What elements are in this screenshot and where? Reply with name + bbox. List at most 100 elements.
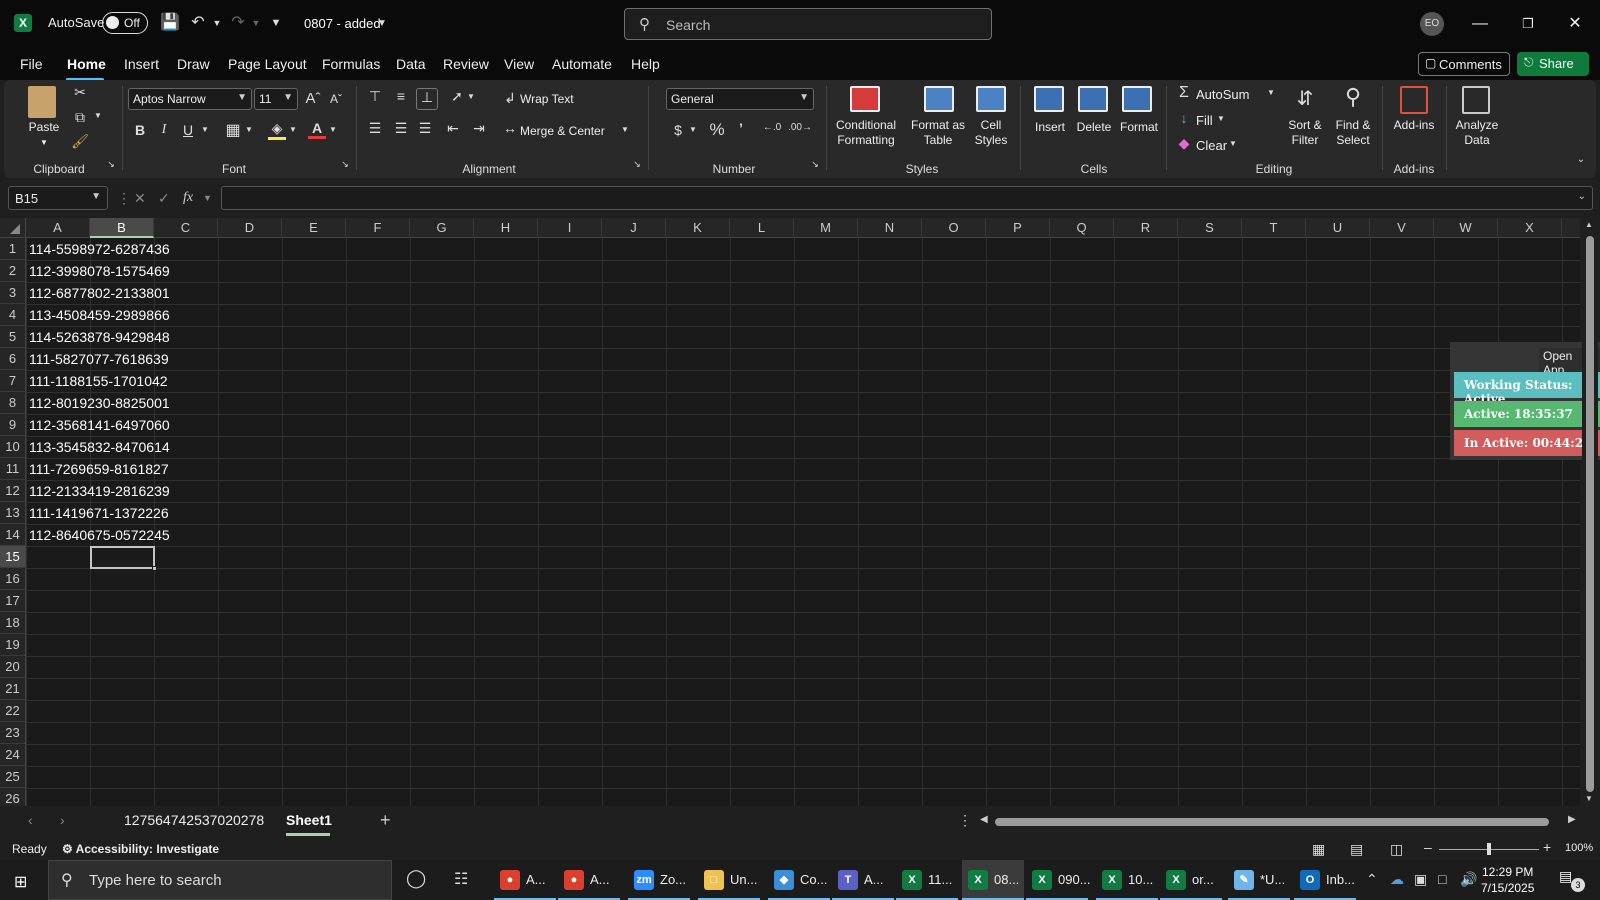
insert-cells-button[interactable]: Insert: [1028, 120, 1072, 135]
cancel-entry-icon[interactable]: ✕: [134, 190, 146, 207]
currency-dropdown-icon[interactable]: ▼: [688, 125, 698, 134]
taskbar-app[interactable]: X 090...: [1026, 860, 1091, 900]
row-header[interactable]: 13: [0, 502, 26, 524]
row-header[interactable]: 3: [0, 282, 26, 304]
confirm-entry-icon[interactable]: ✓: [158, 190, 170, 207]
row-header[interactable]: 19: [0, 634, 26, 656]
find-select-icon[interactable]: ⚲: [1338, 84, 1368, 110]
prev-sheet-icon[interactable]: ‹: [28, 812, 33, 828]
taskbar-app[interactable]: Xor...: [1160, 860, 1222, 900]
merge-dropdown-icon[interactable]: ▼: [620, 125, 630, 134]
add-ins-icon[interactable]: [1400, 86, 1428, 114]
document-title[interactable]: 0807 - added: [304, 16, 381, 31]
conditional-formatting-icon[interactable]: [850, 86, 880, 112]
taskbar-app[interactable]: X 10...: [1096, 860, 1158, 900]
column-header-e[interactable]: E: [282, 218, 346, 238]
row-header[interactable]: 11: [0, 458, 26, 480]
wrap-text-icon[interactable]: ↲: [502, 90, 518, 107]
align-bottom-icon[interactable]: ⊥: [416, 88, 438, 110]
cell-styles-icon[interactable]: [976, 86, 1006, 112]
select-all-button[interactable]: [0, 218, 26, 238]
row-header[interactable]: 20: [0, 656, 26, 678]
autosum-icon[interactable]: Σ: [1176, 84, 1192, 102]
row-header[interactable]: 7: [0, 370, 26, 392]
borders-icon[interactable]: ▦: [224, 120, 242, 140]
decrease-font-icon[interactable]: Aˇ: [328, 92, 344, 106]
tab-automate[interactable]: Automate: [552, 56, 612, 72]
windows-start-icon[interactable]: ⊞: [14, 872, 27, 892]
customize-toolbar-icon[interactable]: ▼: [266, 13, 286, 33]
undo-icon[interactable]: ↶: [188, 13, 208, 33]
column-header-u[interactable]: U: [1306, 218, 1370, 238]
security-icon[interactable]: ▣: [1414, 871, 1427, 888]
merge-center-button[interactable]: Merge & Center: [520, 124, 620, 139]
more-options-icon[interactable]: ⋮: [117, 190, 131, 207]
vertical-scrollbar[interactable]: ▲ ▼: [1582, 218, 1598, 806]
cell-a[interactable]: 112-8640675-0572245: [29, 524, 170, 546]
cell-a[interactable]: 112-6877802-2133801: [29, 282, 170, 304]
accessibility-status[interactable]: ⚙ Accessibility: Investigate: [62, 842, 219, 856]
bold-icon[interactable]: B: [132, 122, 148, 138]
column-header-n[interactable]: N: [858, 218, 922, 238]
name-box[interactable]: B15 ▼: [8, 186, 108, 210]
insert-cells-icon[interactable]: [1034, 86, 1064, 112]
copy-icon[interactable]: ⧉: [70, 109, 90, 126]
decrease-decimal-icon[interactable]: .00→: [788, 122, 812, 133]
column-header-p[interactable]: P: [986, 218, 1050, 238]
row-header[interactable]: 10: [0, 436, 26, 458]
volume-icon[interactable]: 🔊: [1460, 871, 1477, 888]
restore-icon[interactable]: ❐: [1516, 12, 1540, 36]
search-box[interactable]: ⚲ Search: [624, 8, 992, 40]
cut-icon[interactable]: ✂: [70, 84, 90, 101]
active-cell[interactable]: [90, 546, 157, 571]
format-as-table-button[interactable]: Format as Table: [906, 118, 970, 148]
scroll-up-icon[interactable]: ▲: [1585, 220, 1593, 229]
tab-file[interactable]: File: [20, 56, 43, 72]
decrease-indent-icon[interactable]: ⇤: [444, 120, 462, 137]
conditional-formatting-button[interactable]: Conditional Formatting: [830, 118, 902, 148]
cell-a[interactable]: 111-1188155-1701042: [29, 370, 168, 392]
row-header[interactable]: 23: [0, 722, 26, 744]
row-header[interactable]: 14: [0, 524, 26, 546]
tab-page-layout[interactable]: Page Layout: [228, 56, 307, 72]
next-sheet-icon[interactable]: ›: [60, 812, 65, 828]
format-as-table-icon[interactable]: [924, 86, 954, 112]
align-left-icon[interactable]: ☰: [366, 120, 384, 137]
format-painter-icon[interactable]: 🖌: [70, 133, 90, 150]
paste-icon[interactable]: [28, 86, 56, 118]
eraser-icon[interactable]: ◆: [1176, 135, 1192, 152]
cell-a[interactable]: 112-8019230-8825001: [29, 392, 170, 414]
column-header-h[interactable]: H: [474, 218, 538, 238]
column-header-m[interactable]: M: [794, 218, 858, 238]
cell-styles-button[interactable]: Cell Styles: [966, 118, 1016, 148]
more-options-icon[interactable]: ⋮: [958, 812, 972, 829]
zoom-level[interactable]: 100%: [1565, 842, 1593, 854]
row-header[interactable]: 25: [0, 766, 26, 788]
comma-style-icon[interactable]: ’: [734, 120, 748, 136]
sort-filter-button[interactable]: Sort & Filter: [1280, 118, 1330, 148]
avatar[interactable]: EO: [1420, 12, 1444, 36]
taskbar-app[interactable]: X 08...: [962, 860, 1024, 900]
undo-dropdown-icon[interactable]: ▼: [207, 13, 227, 33]
orientation-icon[interactable]: ➚: [448, 88, 466, 105]
redo-icon[interactable]: ↷: [228, 13, 248, 33]
tab-draw[interactable]: Draw: [177, 56, 210, 72]
taskbar-app[interactable]: ● A...: [494, 860, 556, 900]
align-middle-icon[interactable]: ≡: [392, 88, 410, 104]
column-header-o[interactable]: O: [922, 218, 986, 238]
zoom-slider-knob[interactable]: [1487, 843, 1491, 855]
column-header-i[interactable]: I: [538, 218, 602, 238]
column-header-r[interactable]: R: [1114, 218, 1178, 238]
comments-button[interactable]: ▢ Comments: [1418, 52, 1510, 76]
row-header[interactable]: 6: [0, 348, 26, 370]
system-clock[interactable]: 12:29 PM 7/15/2025: [1481, 864, 1534, 896]
scroll-right-icon[interactable]: ▶: [1568, 814, 1576, 825]
cell-a[interactable]: 114-5598972-6287436: [29, 238, 170, 260]
tab-help[interactable]: Help: [631, 56, 660, 72]
normal-view-icon[interactable]: ▦: [1312, 841, 1325, 858]
row-header[interactable]: 24: [0, 744, 26, 766]
taskbar-app[interactable]: O Inb...: [1294, 860, 1356, 900]
sheet-tab[interactable]: 127564742537020278: [124, 812, 264, 828]
cell-a[interactable]: 112-3568141-6497060: [29, 414, 170, 436]
align-center-icon[interactable]: ☰: [392, 120, 410, 137]
